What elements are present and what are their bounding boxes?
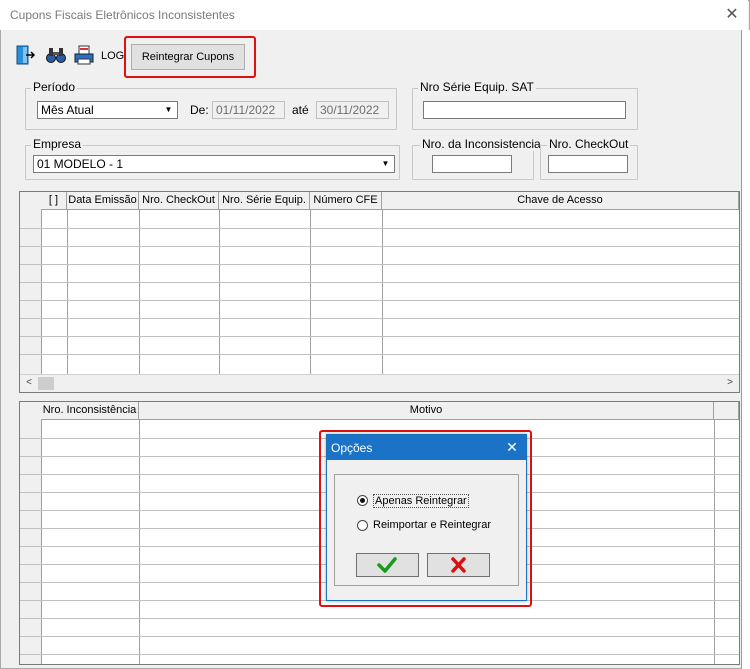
exit-door-icon — [16, 45, 36, 65]
row-indicator-column — [20, 402, 42, 664]
table-row — [20, 636, 739, 637]
print-button[interactable] — [73, 44, 95, 66]
label-apenas-reintegrar[interactable]: Apenas Reintegrar — [373, 494, 469, 508]
col-header-chave-acesso[interactable]: Chave de Acesso — [382, 192, 739, 210]
cancel-button[interactable] — [427, 553, 490, 577]
title-bar: Cupons Fiscais Eletrônicos Inconsistente… — [0, 0, 748, 30]
dialog-title: Opções — [331, 441, 373, 455]
col-header-select[interactable]: [ ] — [41, 192, 67, 210]
table-row — [20, 228, 739, 229]
table-row — [20, 282, 739, 283]
periodo-selected: Mês Atual — [41, 103, 94, 117]
table-row — [20, 336, 739, 337]
log-button[interactable]: LOG — [101, 50, 124, 62]
label-reimportar-reintegrar[interactable]: Reimportar e Reintegrar — [373, 519, 491, 531]
ate-date-field[interactable]: 30/11/2022 — [316, 101, 389, 119]
confirm-button[interactable] — [356, 553, 419, 577]
grid-line — [310, 210, 311, 374]
radio-reimportar-reintegrar[interactable] — [357, 520, 368, 531]
inconsistencia-label: Nro. da Inconsistencia — [420, 137, 543, 151]
grid-line — [67, 210, 68, 374]
cupons-grid[interactable]: [ ] Data Emissão Nro. CheckOut Nro. Séri… — [19, 191, 740, 393]
grid-line — [219, 210, 220, 374]
radio-selected-dot — [360, 498, 365, 503]
ate-label: até — [292, 103, 309, 117]
table-row — [20, 300, 739, 301]
col-header-data-emissao[interactable]: Data Emissão — [67, 192, 139, 210]
periodo-select[interactable]: Mês Atual ▼ — [37, 101, 178, 119]
checkout-label: Nro. CheckOut — [547, 137, 631, 151]
empresa-label: Empresa — [31, 137, 84, 151]
col-header-nro-serie[interactable]: Nro. Série Equip. — [219, 192, 310, 210]
table-row — [20, 654, 739, 655]
reintegrar-cupons-button[interactable]: Reintegrar Cupons — [131, 44, 245, 70]
table-row — [20, 264, 739, 265]
empresa-select[interactable]: 01 MODELO - 1 ▼ — [33, 155, 395, 173]
periodo-label: Período — [31, 80, 78, 94]
checkout-input[interactable] — [548, 155, 628, 173]
serie-sat-label: Nro Série Equip. SAT — [418, 80, 536, 94]
table-row — [20, 354, 739, 355]
window-title: Cupons Fiscais Eletrônicos Inconsistente… — [10, 8, 235, 22]
dialog-title-bar: Opções ✕ — [327, 435, 526, 460]
grid-line — [382, 210, 383, 374]
de-date-field[interactable]: 01/11/2022 — [212, 101, 285, 119]
de-label: De: — [190, 103, 209, 117]
search-button[interactable] — [45, 44, 67, 66]
table-row — [20, 318, 739, 319]
grid-line — [139, 210, 140, 374]
table-row — [20, 246, 739, 247]
horizontal-scrollbar[interactable]: < > — [20, 374, 739, 392]
background-window-edge — [741, 30, 750, 669]
printer-icon — [74, 45, 94, 65]
serie-sat-input[interactable] — [423, 101, 626, 119]
dialog-close-button[interactable]: ✕ — [503, 438, 521, 456]
col-header-numero-cfe[interactable]: Número CFE — [310, 192, 382, 210]
scroll-left-icon[interactable]: < — [22, 375, 36, 391]
scrollbar-thumb[interactable] — [38, 377, 54, 390]
chevron-down-icon[interactable]: ▼ — [161, 103, 176, 117]
chevron-down-icon[interactable]: ▼ — [378, 157, 393, 171]
col-header-nro-inconsistencia[interactable]: Nro. Inconsistência — [41, 402, 139, 420]
binoculars-icon — [46, 48, 66, 63]
table-row — [20, 618, 739, 619]
radio-apenas-reintegrar[interactable] — [357, 495, 368, 506]
exit-button[interactable] — [14, 44, 36, 66]
row-indicator-column — [20, 192, 42, 374]
empresa-selected: 01 MODELO - 1 — [37, 157, 124, 171]
x-icon — [451, 557, 466, 573]
window-close-button[interactable]: ✕ — [722, 5, 742, 25]
check-icon — [377, 557, 397, 573]
col-header-nro-checkout[interactable]: Nro. CheckOut — [139, 192, 219, 210]
inconsistencia-input[interactable] — [432, 155, 512, 173]
scroll-right-icon[interactable]: > — [723, 375, 737, 391]
col-header-motivo[interactable]: Motivo — [139, 402, 714, 420]
col-header-extra — [714, 402, 739, 420]
